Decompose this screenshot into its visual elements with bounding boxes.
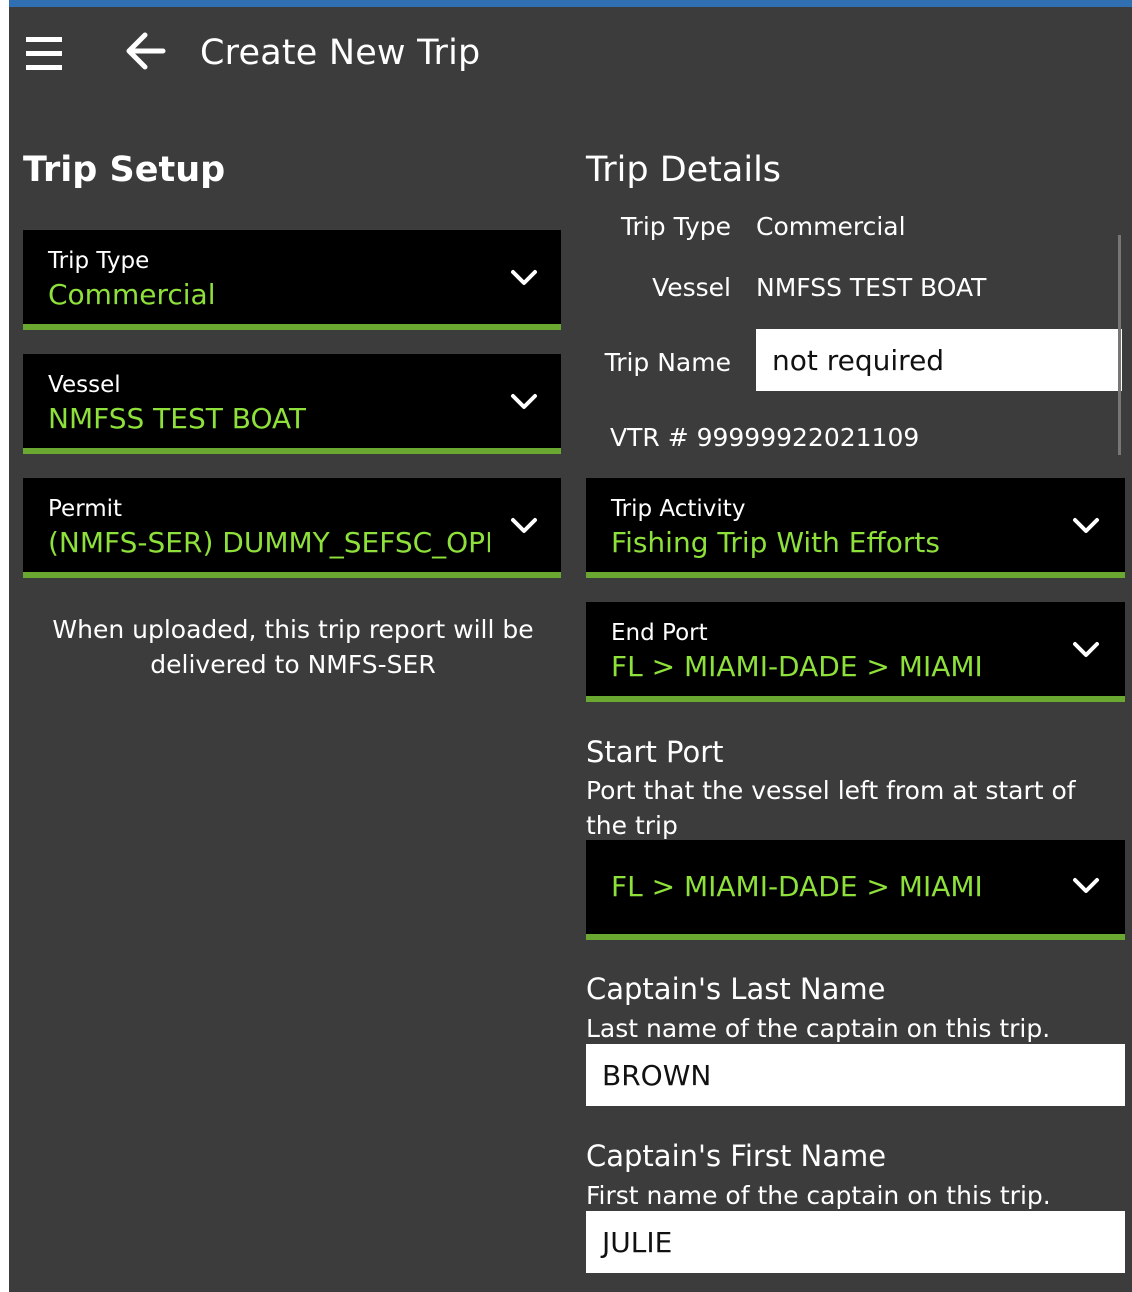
hamburger-menu-icon[interactable]	[26, 37, 62, 71]
permit-dropdown[interactable]: Permit (NMFS-SER) DUMMY_SEFSC_OPI	[23, 478, 561, 578]
app-window: Create New Trip Trip Setup Trip Type Com…	[9, 0, 1132, 1292]
start-port-value: FL > MIAMI-DADE > MIAMI	[611, 870, 983, 903]
vessel-detail-value: NMFSS TEST BOAT	[756, 273, 987, 302]
trip-details-heading: Trip Details	[586, 150, 782, 190]
trip-type-label: Trip Type	[48, 248, 150, 274]
chevron-down-icon	[509, 392, 539, 412]
trip-type-value: Commercial	[48, 278, 216, 311]
captain-first-title: Captain's First Name	[586, 1139, 887, 1173]
trip-type-dropdown[interactable]: Trip Type Commercial	[23, 230, 561, 330]
end-port-value: FL > MIAMI-DADE > MIAMI	[611, 650, 983, 683]
chevron-down-icon	[509, 268, 539, 288]
chevron-down-icon	[1071, 516, 1101, 536]
vessel-value: NMFSS TEST BOAT	[48, 402, 307, 435]
captain-last-description: Last name of the captain on this trip.	[586, 1014, 1051, 1043]
start-port-description: Port that the vessel left from at start …	[586, 776, 1076, 840]
permit-value: (NMFS-SER) DUMMY_SEFSC_OPI	[48, 526, 490, 559]
trip-setup-heading: Trip Setup	[23, 150, 226, 190]
captain-first-name-input[interactable]: JULIE	[586, 1211, 1125, 1273]
arrow-left-icon[interactable]	[125, 31, 167, 71]
page-title: Create New Trip	[200, 33, 481, 73]
upload-note: When uploaded, this trip report will be …	[52, 615, 534, 679]
trip-activity-dropdown[interactable]: Trip Activity Fishing Trip With Efforts	[586, 478, 1125, 578]
chevron-down-icon	[1071, 640, 1101, 660]
end-port-dropdown[interactable]: End Port FL > MIAMI-DADE > MIAMI	[586, 602, 1125, 702]
details-scrollbar[interactable]	[1118, 235, 1121, 455]
trip-activity-label: Trip Activity	[611, 496, 746, 522]
vessel-detail-label: Vessel	[652, 273, 731, 302]
trip-type-detail-label: Trip Type	[620, 212, 731, 241]
start-port-dropdown[interactable]: FL > MIAMI-DADE > MIAMI	[586, 840, 1125, 940]
vessel-dropdown[interactable]: Vessel NMFSS TEST BOAT	[23, 354, 561, 454]
start-port-title: Start Port	[586, 735, 724, 769]
vessel-label: Vessel	[48, 372, 121, 398]
chevron-down-icon	[1071, 876, 1101, 896]
trip-name-input[interactable]: not required	[756, 329, 1122, 391]
captain-last-title: Captain's Last Name	[586, 972, 886, 1006]
header: Create New Trip	[9, 7, 1132, 107]
trip-type-detail-value: Commercial	[756, 212, 906, 241]
end-port-label: End Port	[611, 620, 708, 646]
chevron-down-icon	[509, 516, 539, 536]
captain-last-name-input[interactable]: BROWN	[586, 1044, 1125, 1106]
trip-activity-value: Fishing Trip With Efforts	[611, 526, 940, 559]
captain-first-description: First name of the captain on this trip.	[586, 1181, 1051, 1210]
trip-name-label: Trip Name	[604, 348, 731, 377]
vtr-number: VTR # 99999922021109	[610, 423, 920, 452]
permit-label: Permit	[48, 496, 123, 522]
